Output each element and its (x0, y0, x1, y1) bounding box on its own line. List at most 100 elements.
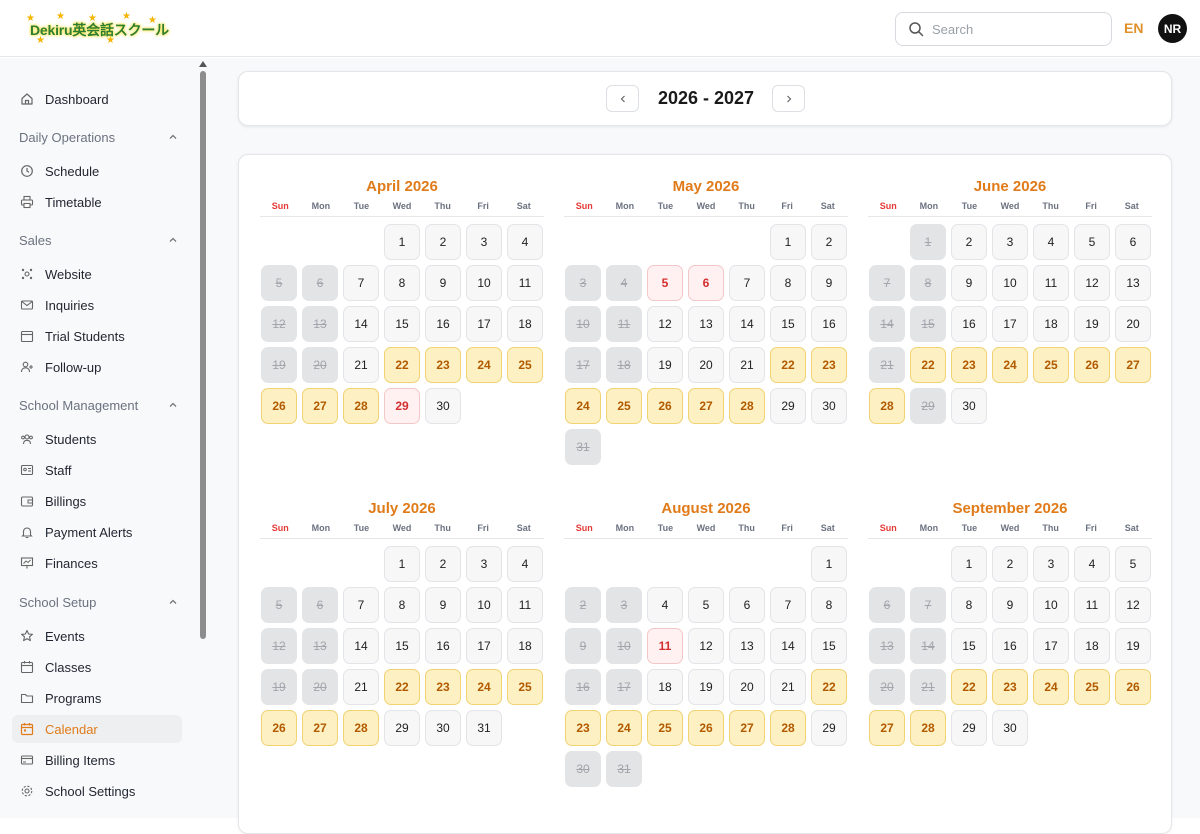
day-cell[interactable]: 18 (647, 669, 683, 705)
day-cell-closed[interactable]: 16 (565, 669, 601, 705)
day-cell[interactable]: 14 (343, 628, 379, 664)
day-cell-highlighted[interactable]: 28 (770, 710, 806, 746)
day-cell[interactable]: 4 (507, 224, 543, 260)
day-cell[interactable]: 17 (992, 306, 1028, 342)
day-cell-highlighted[interactable]: 22 (811, 669, 847, 705)
day-cell[interactable]: 7 (729, 265, 765, 301)
day-cell[interactable]: 13 (1115, 265, 1151, 301)
day-cell-highlighted[interactable]: 26 (261, 710, 297, 746)
day-cell[interactable]: 6 (1115, 224, 1151, 260)
sidebar-item-school-settings[interactable]: School Settings (12, 777, 182, 805)
day-cell[interactable]: 20 (729, 669, 765, 705)
day-cell-closed[interactable]: 31 (606, 751, 642, 787)
day-cell-highlighted[interactable]: 26 (1115, 669, 1151, 705)
day-cell[interactable]: 8 (811, 587, 847, 623)
day-cell[interactable]: 1 (770, 224, 806, 260)
day-cell-closed[interactable]: 13 (302, 628, 338, 664)
day-cell-highlighted[interactable]: 24 (466, 347, 502, 383)
day-cell[interactable]: 7 (343, 587, 379, 623)
sidebar-item-students[interactable]: Students (12, 425, 182, 453)
day-cell[interactable]: 14 (770, 628, 806, 664)
day-cell[interactable]: 21 (729, 347, 765, 383)
day-cell[interactable]: 29 (951, 710, 987, 746)
sidebar-item-events[interactable]: Events (12, 622, 182, 650)
day-cell[interactable]: 30 (811, 388, 847, 424)
day-cell-holiday[interactable]: 5 (647, 265, 683, 301)
day-cell[interactable]: 16 (811, 306, 847, 342)
day-cell-closed[interactable]: 14 (869, 306, 905, 342)
search-input[interactable] (932, 21, 1092, 37)
day-cell[interactable]: 15 (384, 628, 420, 664)
section-sales[interactable]: Sales (19, 230, 179, 250)
day-cell[interactable]: 14 (343, 306, 379, 342)
day-cell-closed[interactable]: 12 (261, 306, 297, 342)
day-cell-closed[interactable]: 2 (565, 587, 601, 623)
day-cell[interactable]: 11 (507, 587, 543, 623)
day-cell[interactable]: 31 (466, 710, 502, 746)
day-cell[interactable]: 8 (770, 265, 806, 301)
day-cell[interactable]: 1 (384, 224, 420, 260)
day-cell-highlighted[interactable]: 27 (1115, 347, 1151, 383)
day-cell-highlighted[interactable]: 26 (688, 710, 724, 746)
day-cell-highlighted[interactable]: 28 (869, 388, 905, 424)
day-cell-closed[interactable]: 7 (910, 587, 946, 623)
day-cell[interactable]: 20 (688, 347, 724, 383)
day-cell[interactable]: 16 (992, 628, 1028, 664)
day-cell-highlighted[interactable]: 23 (811, 347, 847, 383)
day-cell-highlighted[interactable]: 27 (729, 710, 765, 746)
day-cell[interactable]: 29 (384, 710, 420, 746)
day-cell-closed[interactable]: 3 (565, 265, 601, 301)
sidebar-item-billings[interactable]: Billings (12, 487, 182, 515)
day-cell[interactable]: 11 (1074, 587, 1110, 623)
day-cell[interactable]: 5 (1074, 224, 1110, 260)
day-cell-closed[interactable]: 18 (606, 347, 642, 383)
day-cell-closed[interactable]: 29 (910, 388, 946, 424)
sidebar-item-dashboard[interactable]: Dashboard (12, 85, 182, 113)
day-cell[interactable]: 9 (951, 265, 987, 301)
day-cell[interactable]: 16 (425, 628, 461, 664)
previous-year-button[interactable] (606, 85, 639, 112)
day-cell-highlighted[interactable]: 27 (869, 710, 905, 746)
sidebar-item-programs[interactable]: Programs (12, 684, 182, 712)
day-cell[interactable]: 21 (343, 669, 379, 705)
language-switcher[interactable]: EN (1124, 20, 1143, 36)
sidebar-item-calendar[interactable]: Calendar (12, 715, 182, 743)
day-cell-highlighted[interactable]: 26 (261, 388, 297, 424)
day-cell-highlighted[interactable]: 22 (910, 347, 946, 383)
day-cell[interactable]: 29 (770, 388, 806, 424)
day-cell[interactable]: 19 (688, 669, 724, 705)
day-cell[interactable]: 13 (729, 628, 765, 664)
sidebar-item-payment-alerts[interactable]: Payment Alerts (12, 518, 182, 546)
day-cell[interactable]: 30 (992, 710, 1028, 746)
day-cell-closed[interactable]: 12 (261, 628, 297, 664)
day-cell[interactable]: 1 (951, 546, 987, 582)
day-cell-highlighted[interactable]: 22 (384, 669, 420, 705)
day-cell[interactable]: 16 (951, 306, 987, 342)
day-cell-closed[interactable]: 30 (565, 751, 601, 787)
day-cell[interactable]: 10 (466, 265, 502, 301)
day-cell-closed[interactable]: 21 (910, 669, 946, 705)
day-cell-closed[interactable]: 13 (302, 306, 338, 342)
day-cell[interactable]: 19 (1074, 306, 1110, 342)
day-cell-highlighted[interactable]: 28 (343, 710, 379, 746)
day-cell-highlighted[interactable]: 27 (302, 388, 338, 424)
section-school-management[interactable]: School Management (19, 395, 179, 415)
day-cell-closed[interactable]: 3 (606, 587, 642, 623)
day-cell-highlighted[interactable]: 26 (1074, 347, 1110, 383)
day-cell[interactable]: 3 (1033, 546, 1069, 582)
day-cell[interactable]: 4 (507, 546, 543, 582)
sidebar-item-inquiries[interactable]: Inquiries (12, 291, 182, 319)
day-cell[interactable]: 1 (811, 546, 847, 582)
day-cell[interactable]: 18 (1033, 306, 1069, 342)
day-cell-closed[interactable]: 15 (910, 306, 946, 342)
day-cell[interactable]: 2 (992, 546, 1028, 582)
day-cell-closed[interactable]: 6 (302, 265, 338, 301)
day-cell[interactable]: 13 (688, 306, 724, 342)
day-cell[interactable]: 30 (951, 388, 987, 424)
day-cell[interactable]: 4 (1074, 546, 1110, 582)
day-cell-closed[interactable]: 5 (261, 265, 297, 301)
day-cell-highlighted[interactable]: 22 (770, 347, 806, 383)
day-cell-closed[interactable]: 8 (910, 265, 946, 301)
scroll-up-arrow[interactable] (199, 61, 207, 67)
day-cell-highlighted[interactable]: 23 (425, 669, 461, 705)
